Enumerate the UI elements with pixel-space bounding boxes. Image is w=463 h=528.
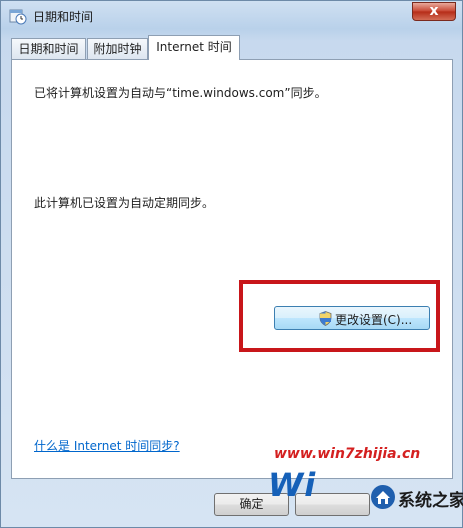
internet-time-panel: 已将计算机设置为自动与“time.windows.com”同步。 此计算机已设置… xyxy=(11,59,453,479)
uac-shield-icon xyxy=(319,311,332,326)
change-settings-button[interactable]: 更改设置(C)... xyxy=(274,306,430,330)
house-logo-icon xyxy=(371,485,395,509)
close-button[interactable]: x xyxy=(412,2,456,21)
internet-time-help-link[interactable]: 什么是 Internet 时间同步? xyxy=(34,437,180,454)
window-title: 日期和时间 xyxy=(33,10,94,24)
auto-sync-message: 此计算机已设置为自动定期同步。 xyxy=(34,196,215,210)
site-watermark: www.win7zhijia.cn Wi 系统之家 xyxy=(268,440,463,528)
change-settings-label: 更改设置(C)... xyxy=(335,313,413,327)
close-icon: x xyxy=(429,3,439,19)
tab-label: Internet 时间 xyxy=(156,40,232,54)
date-time-app-icon xyxy=(9,9,27,25)
watermark-url: www.win7zhijia.cn xyxy=(274,446,421,462)
tab-internet-time[interactable]: Internet 时间 xyxy=(148,35,240,60)
watermark-brand: 系统之家 xyxy=(398,491,463,511)
tab-additional-clocks[interactable]: 附加时钟 xyxy=(87,38,148,59)
sync-message: 已将计算机设置为自动与“time.windows.com”同步。 xyxy=(34,86,327,100)
tab-label: 日期和时间 xyxy=(18,42,79,56)
ok-label: 确定 xyxy=(239,497,264,511)
tab-label: 附加时钟 xyxy=(93,42,142,56)
tab-date-time[interactable]: 日期和时间 xyxy=(11,38,86,59)
watermark-win-text: Wi xyxy=(268,466,317,504)
title-bar[interactable]: 日期和时间 x xyxy=(1,1,462,31)
